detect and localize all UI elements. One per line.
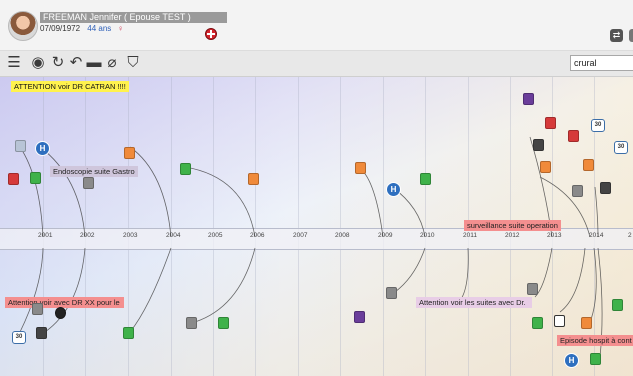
note-surveillance[interactable]: surveillance suite operation [464, 220, 561, 231]
event-document-icon[interactable] [15, 140, 26, 152]
hospital-icon[interactable]: H [35, 141, 50, 156]
undo-icon[interactable]: ↶ [67, 54, 85, 72]
event-red-icon[interactable] [568, 130, 579, 142]
event-gray-icon[interactable] [186, 317, 197, 329]
event-orange-icon[interactable] [248, 173, 259, 185]
event-purple-icon[interactable] [523, 93, 534, 105]
event-orange-icon[interactable] [583, 159, 594, 171]
timeline-panel[interactable]: 2001 2002 2003 2004 2005 2006 2007 2008 … [0, 77, 633, 376]
filter-icon[interactable]: ⛉ [124, 54, 142, 72]
event-green-icon[interactable] [123, 327, 134, 339]
hospital-icon[interactable]: H [564, 353, 579, 368]
event-orange-icon[interactable] [540, 161, 551, 173]
event-purple-icon[interactable] [354, 311, 365, 323]
event-green-icon[interactable] [218, 317, 229, 329]
event-green-icon[interactable] [420, 173, 431, 185]
calendar-icon[interactable]: 30 [591, 119, 605, 132]
window-icon[interactable] [629, 29, 633, 42]
refresh-icon[interactable]: ↻ [49, 54, 67, 72]
event-green-icon[interactable] [532, 317, 543, 329]
event-green-icon[interactable] [30, 172, 41, 184]
female-icon: ♀ [117, 24, 124, 33]
calendar-icon[interactable]: 30 [12, 331, 26, 344]
event-gray-icon[interactable] [83, 177, 94, 189]
eye-icon[interactable]: ◉ [29, 54, 47, 72]
event-green-icon[interactable] [612, 299, 623, 311]
patient-header: FREEMAN Jennifer ( Epouse TEST ) 07/09/1… [0, 0, 633, 51]
patient-info: 07/09/1972 44 ans ♀ [40, 24, 124, 33]
note-attention-suites[interactable]: Attention voir les suites avec Dr. [416, 297, 532, 308]
note-attention-catran[interactable]: ATTENTION voir DR CATRAN !!!! [11, 81, 129, 92]
menu-icon[interactable]: ☰ [5, 54, 23, 72]
event-gray-icon[interactable] [32, 303, 43, 315]
note-attention-dr-xx[interactable]: Attention voir avec DR XX pour le [5, 297, 124, 308]
event-dark-icon[interactable] [55, 307, 66, 319]
event-red-icon[interactable] [545, 117, 556, 129]
exchange-icon[interactable]: ⇄ [610, 29, 623, 42]
event-orange-icon[interactable] [124, 147, 135, 159]
patient-name: FREEMAN Jennifer ( Epouse TEST ) [40, 12, 227, 23]
event-green-icon[interactable] [180, 163, 191, 175]
note-endoscopie[interactable]: Endoscopie suite Gastro [50, 166, 138, 177]
warning-icon[interactable] [554, 315, 565, 327]
patient-avatar[interactable] [8, 11, 38, 41]
hospital-icon[interactable]: H [386, 182, 401, 197]
event-orange-icon[interactable] [355, 162, 366, 174]
tag-icon[interactable]: ⌀ [103, 54, 121, 72]
toolbar: ☰ ◉ ↻ ↶ ▬ ⌀ ⛉ [0, 51, 633, 77]
event-dark-icon[interactable] [36, 327, 47, 339]
patient-age: 44 ans [87, 24, 112, 33]
event-gray-icon[interactable] [386, 287, 397, 299]
folder-icon[interactable]: ▬ [85, 54, 103, 72]
calendar-icon[interactable]: 30 [614, 141, 628, 154]
event-orange-icon[interactable] [581, 317, 592, 329]
medical-alert-icon[interactable] [205, 28, 217, 40]
event-red-icon[interactable] [8, 173, 19, 185]
patient-birthdate: 07/09/1972 [40, 24, 81, 33]
search-input[interactable] [570, 55, 633, 71]
note-episode-hospit[interactable]: Episode hospit à cont [557, 335, 633, 346]
event-dark-icon[interactable] [533, 139, 544, 151]
event-gray-icon[interactable] [527, 283, 538, 295]
event-dark-icon[interactable] [600, 182, 611, 194]
event-gray-icon[interactable] [572, 185, 583, 197]
event-green-icon[interactable] [590, 353, 601, 365]
